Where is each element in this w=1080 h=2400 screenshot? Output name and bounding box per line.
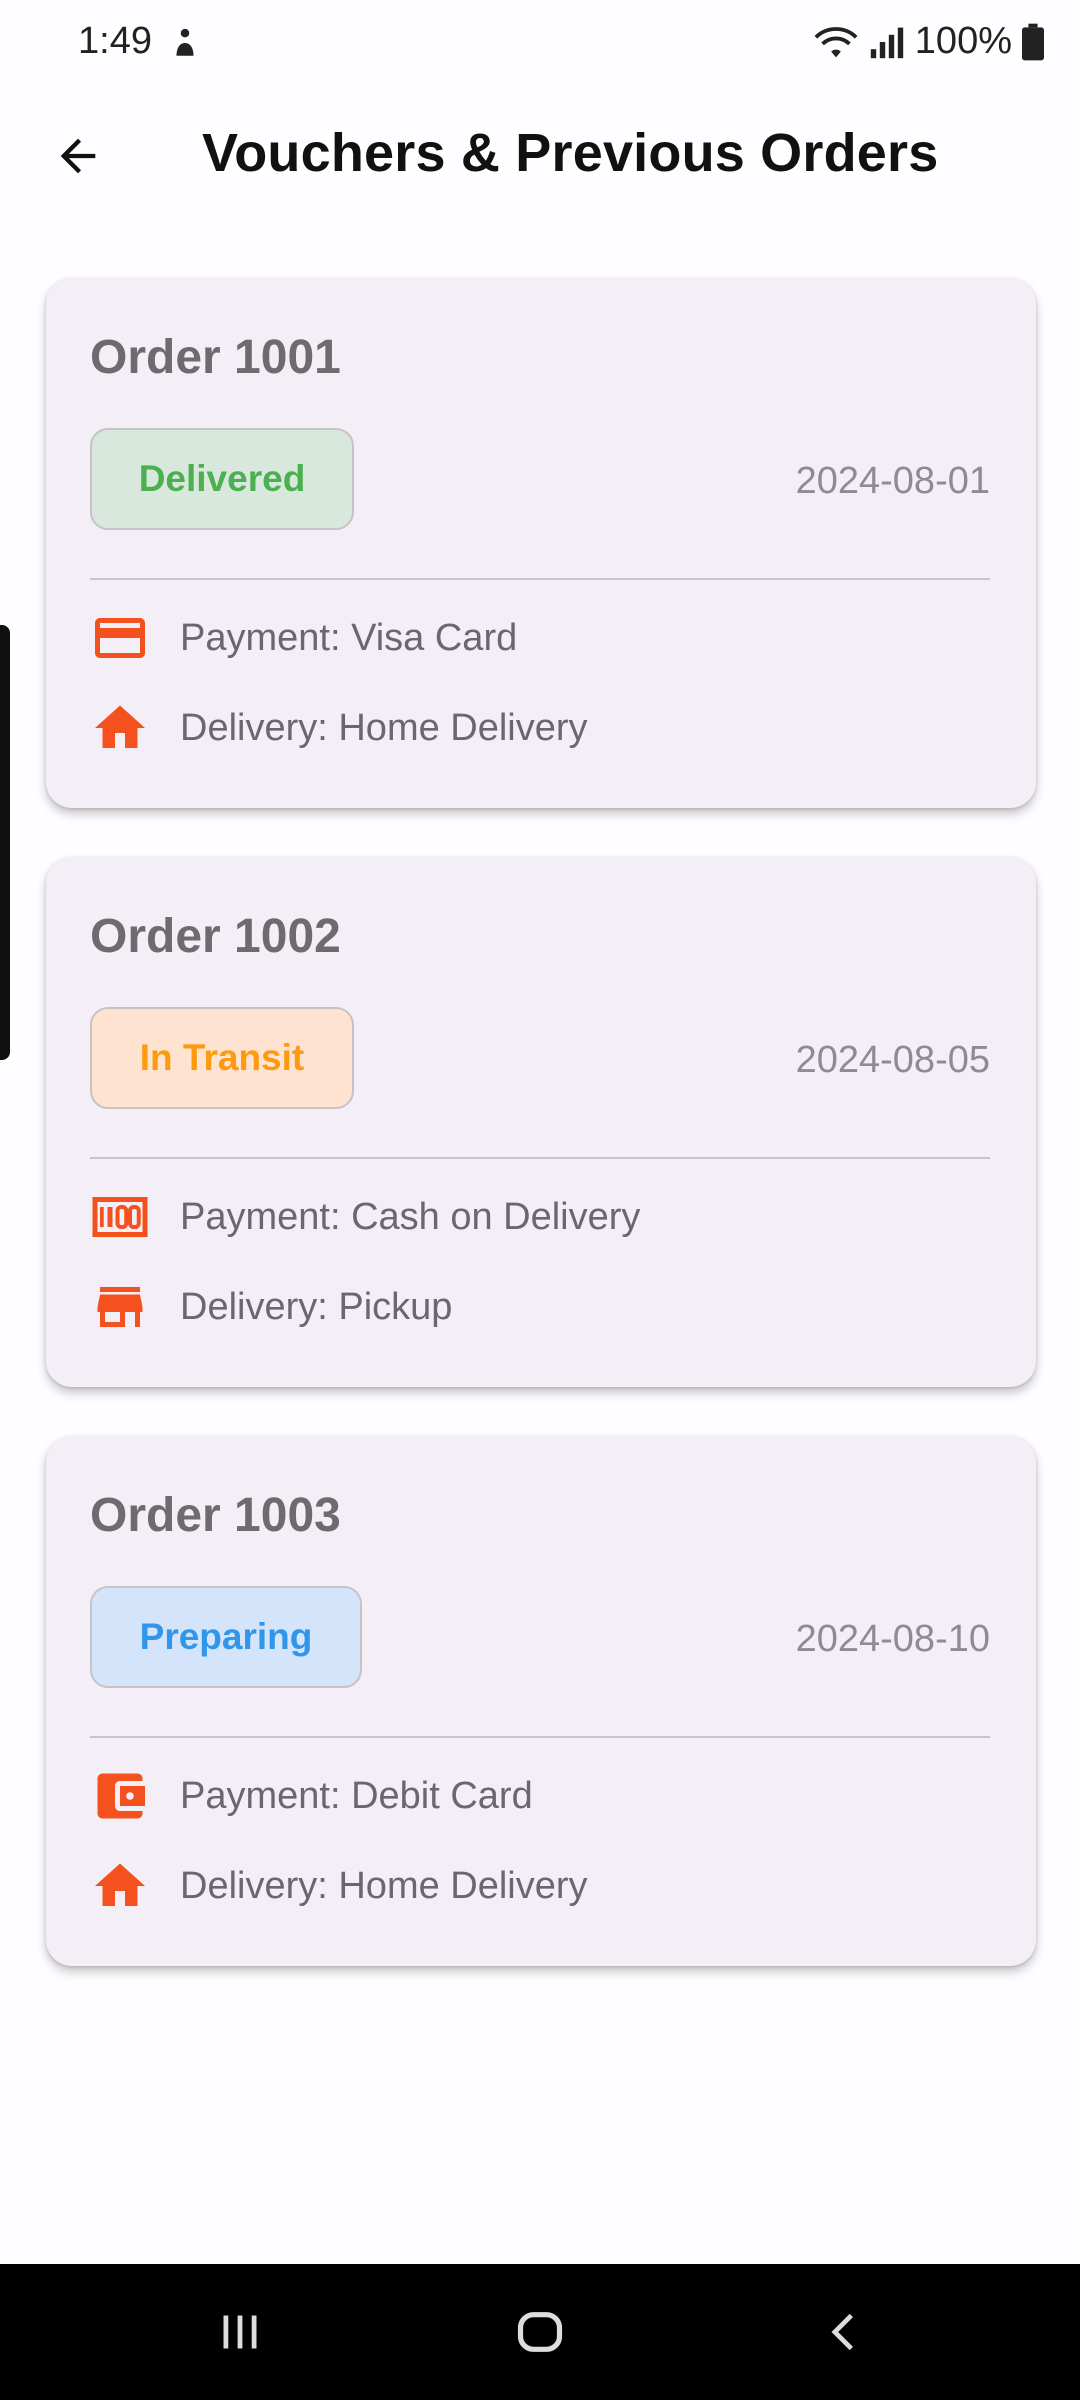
divider — [90, 1736, 990, 1738]
status-badge: Preparing — [90, 1586, 362, 1688]
order-date: 2024-08-01 — [795, 460, 990, 502]
delivery-row: Delivery: Pickup — [90, 1277, 452, 1337]
signal-icon — [870, 27, 903, 58]
screen: 1:49 100% Vouchers & Previous Orders Ord… — [0, 0, 1080, 2400]
wifi-icon — [814, 26, 858, 57]
home-icon — [90, 1856, 150, 1916]
accessibility-person-icon — [176, 28, 194, 56]
payment-row: Payment: Cash on Delivery — [90, 1187, 640, 1247]
order-title: Order 1001 — [90, 331, 341, 384]
battery-icon — [1022, 23, 1044, 60]
store-icon — [90, 1277, 150, 1337]
status-time: 1:49 — [78, 20, 152, 62]
home-button[interactable] — [500, 2294, 580, 2370]
status-badge: Delivered — [90, 428, 354, 530]
payment-label: Payment: Debit Card — [180, 1774, 533, 1817]
order-title: Order 1002 — [90, 910, 341, 963]
divider — [90, 1157, 990, 1159]
cash-icon — [90, 1187, 150, 1247]
home-circle-icon — [517, 2312, 563, 2352]
system-navigation-bar — [0, 2264, 1080, 2400]
status-bar: 1:49 100% — [0, 0, 1080, 90]
back-nav-button[interactable] — [804, 2294, 884, 2370]
delivery-label: Delivery: Home Delivery — [180, 1864, 588, 1907]
recent-apps-icon — [223, 2315, 257, 2349]
edge-panel-handle[interactable] — [0, 625, 10, 1060]
back-button[interactable] — [40, 118, 116, 194]
page-title: Vouchers & Previous Orders — [202, 123, 939, 183]
battery-percent: 100% — [914, 20, 1012, 62]
app-bar: Vouchers & Previous Orders — [0, 100, 1080, 210]
divider — [90, 578, 990, 580]
delivery-label: Delivery: Home Delivery — [180, 706, 588, 749]
credit-card-icon — [90, 608, 150, 668]
order-card-1001[interactable]: Order 1001 Delivered 2024-08-01 Payment:… — [46, 278, 1036, 808]
payment-row: Payment: Visa Card — [90, 608, 517, 668]
order-card-1002[interactable]: Order 1002 In Transit 2024-08-05 Payment… — [46, 857, 1036, 1387]
order-date: 2024-08-10 — [795, 1618, 990, 1660]
status-right: 100% — [813, 20, 1044, 63]
order-date: 2024-08-05 — [795, 1039, 990, 1081]
delivery-row: Delivery: Home Delivery — [90, 1856, 588, 1916]
recent-apps-button[interactable] — [200, 2294, 280, 2370]
payment-label: Payment: Visa Card — [180, 616, 518, 659]
chevron-left-icon — [831, 2313, 854, 2351]
arrow-back-icon — [60, 138, 96, 174]
order-title: Order 1003 — [90, 1489, 341, 1542]
home-icon — [90, 698, 150, 758]
payment-row: Payment: Debit Card — [90, 1766, 533, 1826]
payment-label: Payment: Cash on Delivery — [180, 1195, 641, 1238]
order-card-1003[interactable]: Order 1003 Preparing 2024-08-10 Payment:… — [46, 1436, 1036, 1966]
wallet-icon — [90, 1766, 150, 1826]
delivery-row: Delivery: Home Delivery — [90, 698, 588, 758]
status-badge: In Transit — [90, 1007, 354, 1109]
delivery-label: Delivery: Pickup — [180, 1285, 453, 1328]
